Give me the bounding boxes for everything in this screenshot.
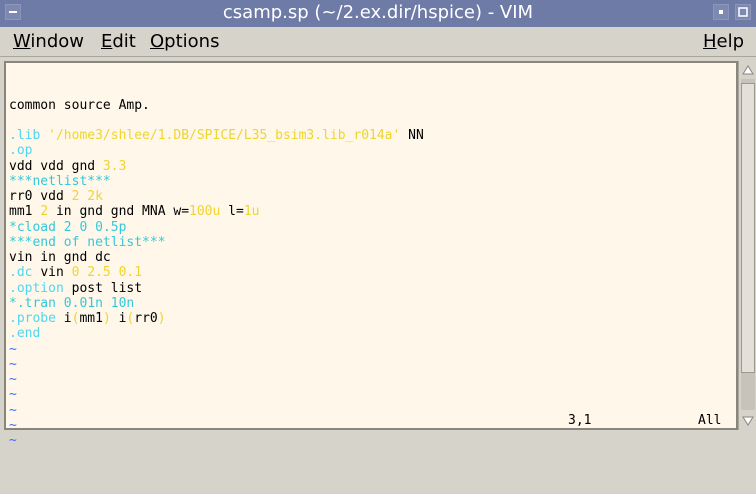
- code-line[interactable]: .probe i(mm1) i(rr0): [9, 311, 737, 326]
- menu-help-accel: H: [703, 31, 717, 52]
- title-bar: csamp.sp (~/2.ex.dir/hspice) - VIM: [0, 0, 756, 27]
- empty-line-tilde: ~: [9, 356, 17, 372]
- scroll-position: All: [698, 413, 722, 428]
- code-token: '/home3/shlee/1.DB/SPICE/L35_bsim3.lib_r…: [48, 128, 401, 143]
- code-line[interactable]: .end: [9, 326, 737, 341]
- cursor-position: 3,1: [568, 413, 592, 428]
- maximize-icon[interactable]: [735, 4, 751, 20]
- code-line[interactable]: .lib '/home3/shlee/1.DB/SPICE/L35_bsim3.…: [9, 128, 737, 143]
- code-line[interactable]: common source Amp.: [9, 98, 737, 113]
- status-line: 3,1 All: [9, 413, 737, 428]
- code-token: .option: [9, 280, 72, 296]
- code-line[interactable]: mm1 2 in gnd gnd MNA w=100u l=1u: [9, 204, 737, 219]
- code-token: rr0: [134, 311, 158, 326]
- minimize-icon[interactable]: [713, 4, 729, 20]
- code-token: l=: [220, 204, 244, 220]
- empty-line-tilde: ~: [9, 433, 17, 448]
- code-token: .probe: [9, 311, 64, 326]
- code-token: 0 2.5 0.1: [71, 265, 143, 281]
- editor-area[interactable]: common source Amp. .lib '/home3/shlee/1.D…: [4, 61, 738, 449]
- empty-line-tilde: ~: [9, 341, 17, 357]
- code-token: .op: [9, 143, 33, 159]
- code-token: .lib: [9, 128, 49, 143]
- menu-edit-label: dit: [112, 31, 136, 52]
- code-token: ***end of netlist***: [9, 234, 166, 250]
- code-token: .end: [9, 326, 41, 342]
- code-line[interactable]: .dc vin 0 2.5 0.1: [9, 265, 737, 280]
- code-token: NN: [400, 128, 424, 143]
- menu-window-label: indow: [30, 31, 84, 52]
- code-token: .dc: [9, 265, 41, 281]
- code-line[interactable]: vdd vdd gnd 3.3: [9, 159, 737, 174]
- menu-options-label: ptions: [164, 31, 220, 52]
- scrollbar-thumb[interactable]: [741, 83, 755, 373]
- text-buffer[interactable]: common source Amp. .lib '/home3/shlee/1.D…: [9, 67, 737, 449]
- menu-help[interactable]: Help: [703, 31, 744, 53]
- code-token: 1u: [243, 204, 260, 220]
- code-token: mm1: [9, 204, 41, 220]
- menu-window[interactable]: Window: [13, 31, 84, 53]
- menu-window-accel: W: [13, 31, 31, 52]
- code-token: vin: [40, 265, 72, 281]
- menu-help-label: elp: [716, 31, 745, 52]
- code-token: post list: [71, 280, 143, 296]
- code-token: *.tran 0.01n 10n: [9, 295, 135, 311]
- code-token: 3.3: [102, 158, 127, 174]
- code-token: ): [157, 311, 166, 326]
- code-token: 2 2k: [71, 189, 103, 204]
- code-line[interactable]: .op: [9, 143, 737, 158]
- code-token: *cload 2 0 0.5p: [9, 219, 127, 235]
- code-token: common source Amp.: [9, 97, 150, 113]
- menu-bar: Window Edit Options Help: [0, 27, 756, 57]
- code-token: rr0 vdd: [9, 189, 72, 204]
- empty-line-tilde: ~: [9, 387, 17, 403]
- menu-edit-accel: E: [101, 31, 113, 52]
- code-token: in gnd gnd MNA w=: [48, 204, 190, 220]
- code-token: 2: [40, 204, 49, 220]
- code-token: vdd vdd gnd: [9, 158, 103, 174]
- code-line[interactable]: .option post list: [9, 281, 737, 296]
- scroll-down-icon[interactable]: [742, 416, 754, 426]
- code-line[interactable]: rr0 vdd 2 2k: [9, 189, 737, 204]
- scroll-up-icon[interactable]: [742, 65, 754, 75]
- code-token: ): [102, 311, 119, 326]
- menu-edit[interactable]: Edit: [101, 31, 136, 53]
- vertical-scrollbar[interactable]: [738, 61, 756, 430]
- code-token: mm1: [79, 311, 103, 326]
- code-line[interactable]: *.tran 0.01n 10n: [9, 296, 737, 311]
- window-title: csamp.sp (~/2.ex.dir/hspice) - VIM: [222, 2, 534, 23]
- empty-line-tilde: ~: [9, 372, 17, 387]
- code-line[interactable]: ***netlist***: [9, 174, 737, 189]
- code-token: ***netlist***: [9, 173, 111, 189]
- code-line[interactable]: [9, 113, 737, 128]
- code-token: 100u: [189, 204, 221, 220]
- code-line[interactable]: *cload 2 0 0.5p: [9, 220, 737, 235]
- code-token: vin in gnd dc: [9, 250, 111, 265]
- menu-options-accel: O: [150, 31, 165, 52]
- code-line[interactable]: ***end of netlist***: [9, 235, 737, 250]
- code-line[interactable]: vin in gnd dc: [9, 250, 737, 265]
- code-token: i: [63, 311, 72, 326]
- menu-options[interactable]: Options: [150, 31, 219, 53]
